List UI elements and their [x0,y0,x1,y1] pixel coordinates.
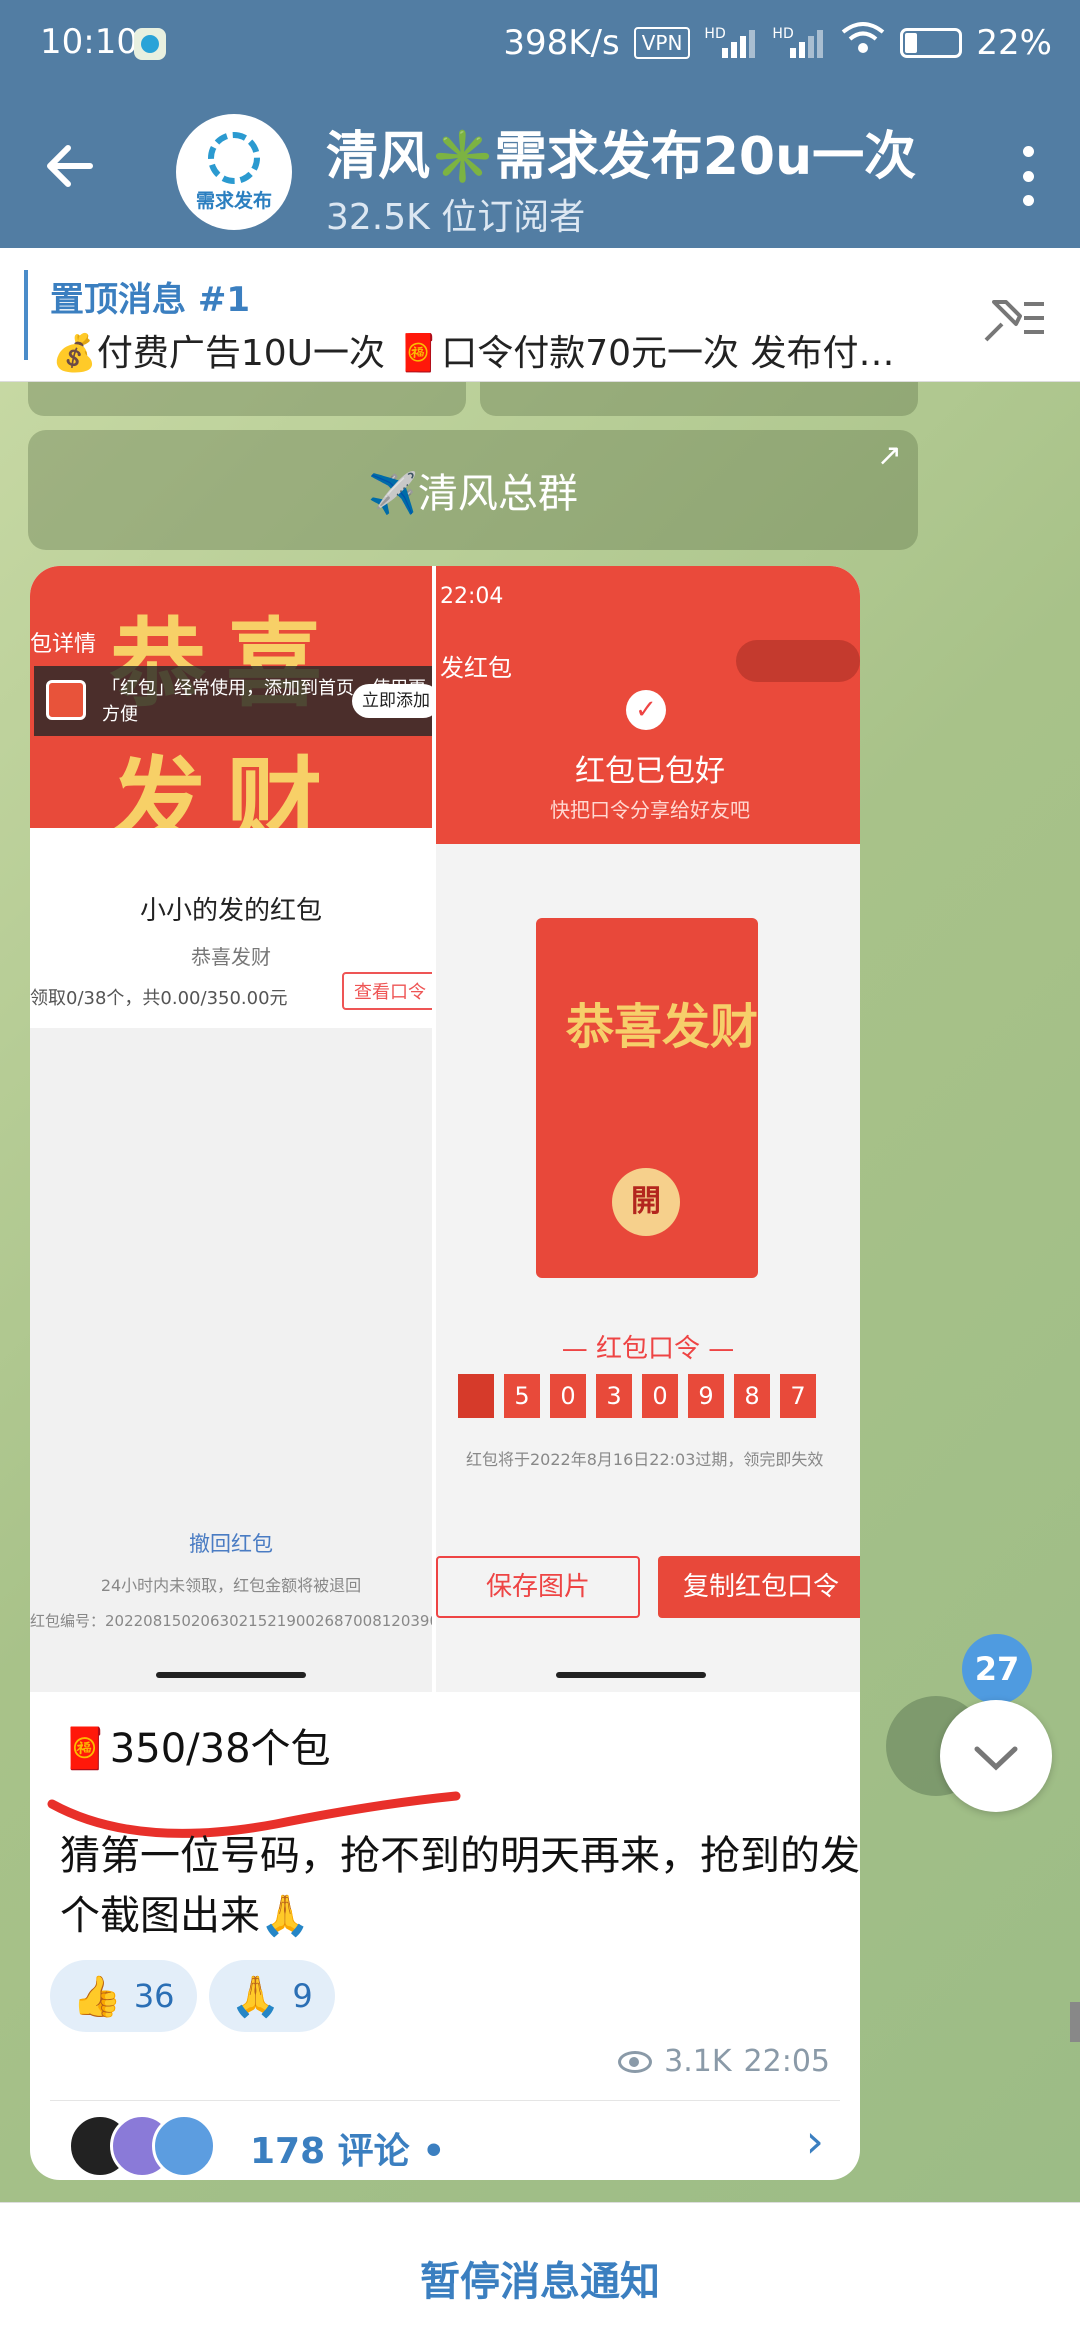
code-digit: 0 [550,1374,586,1418]
comments-row[interactable]: 178 评论 • › [30,2102,860,2180]
message-time: 22:05 [743,2044,830,2079]
reaction-count: 36 [133,1977,175,2015]
copy-code-button: 复制红包口令 [658,1556,860,1618]
avatar-text: 需求发布 [195,189,272,212]
status-indicators: 398K/s VPN HD HD 22% [503,20,1052,65]
code-label: — 红包口令 — [561,1334,735,1364]
reaction-count: 9 [292,1977,313,2015]
chevron-down-icon [974,1746,1018,1771]
inline-button-group-link[interactable]: ✈️清风总群 ↗ [28,430,918,550]
message-amount: 🧧350/38个包 [60,1726,331,1772]
open-button: 開 [612,1168,680,1236]
chat-header: 需求发布 清风✳️需求发布20u一次 32.5K 位订阅者 [0,88,1080,248]
red-envelope: 恭喜发财 開 [536,918,758,1278]
signal-1-icon: HD [704,26,758,60]
send-packet-header: 22:04 发红包 ✓ 红包已包好 快把口令分享给好友吧 [436,566,860,844]
reaction-thumbs-up[interactable]: 👍 36 [50,1960,197,2032]
packet-action-buttons: 保存图片 复制红包口令 [436,1556,860,1626]
code-expire: 红包将于2022年8月16日22:03过期，领完即失效 [466,1450,824,1469]
screenshot-packet-detail[interactable]: 恭喜发财 包详情 「红包」经常使用，添加到首页，使用更方便 立即添加 小小的发的… [30,566,432,1692]
share-hint: 快把口令分享给好友吧 [550,798,750,822]
packet-greeting: 恭喜发财 [191,945,271,969]
add-now-button: 立即添加 [352,684,432,718]
check-code-button: 查看口令 [342,972,432,1010]
subscriber-count: 32.5K 位订阅者 [326,197,586,238]
scroll-down-button[interactable] [940,1700,1052,1812]
comments-divider [50,2100,840,2101]
thumbs-up-icon: 👍 [72,1973,122,2020]
battery-percent: 22% [976,22,1052,63]
comments-count: 178 评论 • [250,2131,446,2172]
packet-number: 红包编号：20220815020630215219002687008120390 [30,1612,432,1630]
bottom-bar: 暂停消息通知 [0,2202,1080,2340]
more-options-icon[interactable] [1016,146,1040,206]
chat-area[interactable]: ✈️清风总群 ↗ 恭喜发财 包详情 「红包」经常使用，添加到首页，使用更方便 立… [0,382,1080,2202]
channel-title[interactable]: 清风✳️需求发布20u一次 [326,114,916,189]
pinned-message[interactable]: 置顶消息 #1 💰付费广告10U一次 🧧口令付款70元一次 发布付… [0,248,1080,382]
code-digit: 5 [504,1374,540,1418]
mute-notifications-button[interactable]: 暂停消息通知 [0,2249,1080,2307]
screenshot-time: 22:04 [440,584,504,609]
packet-sender: 小小的发的红包 [139,896,322,926]
message-bubble[interactable]: 恭喜发财 包详情 「红包」经常使用，添加到首页，使用更方便 立即添加 小小的发的… [30,566,860,2180]
save-image-button: 保存图片 [436,1556,640,1618]
battery-icon [900,27,963,58]
status-bar: 10:10 398K/s VPN HD HD 22% [0,0,1080,88]
commenter-avatar [152,2114,216,2178]
add-to-home-banner: 「红包」经常使用，添加到首页，使用更方便 立即添加 [34,666,432,736]
inline-button-partial-1[interactable] [28,382,466,416]
red-packet-app-icon [46,680,86,720]
unread-badge: 27 [962,1634,1032,1704]
code-digits: 5 0 3 0 9 8 7 [458,1374,816,1418]
pinned-text: 💰付费广告10U一次 🧧口令付款70元一次 发布付… [52,333,895,374]
home-indicator [156,1672,306,1678]
view-count: 3.1K [664,2044,732,2079]
back-arrow-icon[interactable] [40,136,100,196]
signal-2-icon: HD [772,26,826,60]
recall-section: 撤回红包 24小时内未领取，红包金额将被退回 红包编号：202208150206… [30,1528,432,1631]
message-meta: 3.1K 22:05 [618,2044,830,2079]
capsule-menu [736,640,860,682]
pray-icon: 🙏 [230,1973,281,2020]
inline-button-partial-2[interactable] [480,382,918,416]
recall-tip: 24小时内未领取，红包金额将被退回 [100,1576,362,1595]
app-notification-icon [134,28,166,60]
recall-link: 撤回红包 [189,1532,273,1556]
code-digit: 7 [780,1374,816,1418]
network-speed: 398K/s [503,22,620,63]
pinned-title: 置顶消息 #1 [50,280,250,320]
wifi-icon [840,20,886,65]
envelope-festive-text: 恭喜发财 [566,999,759,1055]
code-digit: 3 [596,1374,632,1418]
scroll-indicator [1070,2002,1080,2042]
snowflake-logo-icon [208,131,260,184]
checkmark-icon: ✓ [626,690,666,730]
vpn-icon: VPN [633,26,691,59]
chevron-right-icon: › [805,2114,824,2168]
home-indicator [556,1672,706,1678]
external-link-arrow-icon: ↗ [876,438,902,473]
reactions: 👍 36 🙏 9 [50,1960,335,2032]
message-text: 猜第一位号码，抢不到的明天再来，抢到的发个截图出来🙏 [60,1833,860,1939]
code-digit: 9 [688,1374,724,1418]
status-time: 10:10 [40,22,138,62]
send-packet-title: 发红包 [440,654,512,682]
code-digit: 8 [734,1374,770,1418]
detail-header: 包详情 [30,632,97,657]
channel-avatar[interactable]: 需求发布 [176,114,292,230]
code-digit [458,1374,494,1418]
pinned-list-icon[interactable] [980,290,1048,346]
code-digit: 0 [642,1374,678,1418]
reaction-pray[interactable]: 🙏 9 [208,1960,335,2032]
packet-stats: 领取0/38个，共0.00/350.00元 [30,988,288,1009]
screenshot-send-packet[interactable]: 22:04 发红包 ✓ 红包已包好 快把口令分享给好友吧 恭喜发财 開 — 红包… [432,566,860,1692]
views-eye-icon [618,2050,653,2073]
inline-button-label: ✈️清风总群 [368,471,578,517]
packet-ready-text: 红包已包好 [575,754,725,789]
pinned-indicator-bar [24,270,28,360]
